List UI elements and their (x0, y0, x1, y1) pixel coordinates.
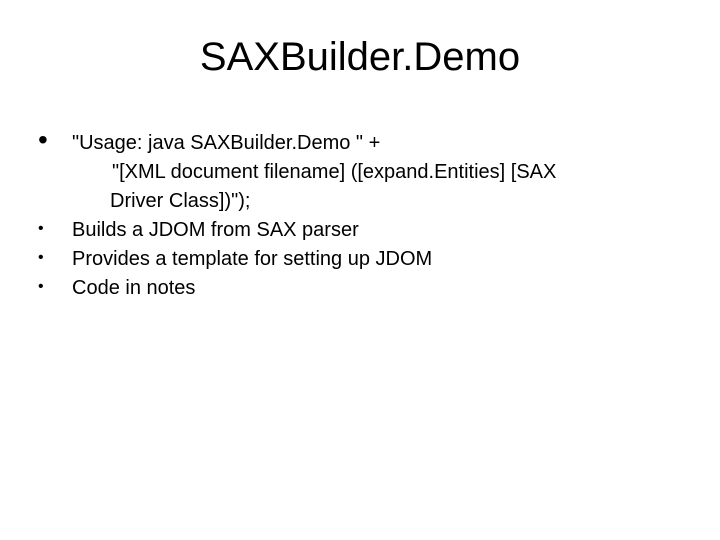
bullet-marker: • (38, 217, 72, 241)
continuation-line: Driver Class])"); (38, 188, 690, 215)
slide-title: SAXBuilder.Demo (0, 35, 720, 80)
bullet-marker: • (38, 275, 72, 299)
bullet-marker: • (38, 246, 72, 270)
bullet-text: Provides a template for setting up JDOM (72, 246, 690, 273)
bullet-text: Builds a JDOM from SAX parser (72, 217, 690, 244)
bullet-text: "Usage: java SAXBuilder.Demo " + (72, 130, 690, 157)
slide-content: • "Usage: java SAXBuilder.Demo " + "[XML… (0, 130, 720, 302)
bullet-item: • Code in notes (38, 275, 690, 302)
bullet-marker: • (38, 130, 72, 150)
bullet-text: Code in notes (72, 275, 690, 302)
indented-line: "[XML document filename] ([expand.Entiti… (38, 159, 690, 186)
bullet-item: • "Usage: java SAXBuilder.Demo " + (38, 130, 690, 157)
bullet-item: • Provides a template for setting up JDO… (38, 246, 690, 273)
bullet-item: • Builds a JDOM from SAX parser (38, 217, 690, 244)
